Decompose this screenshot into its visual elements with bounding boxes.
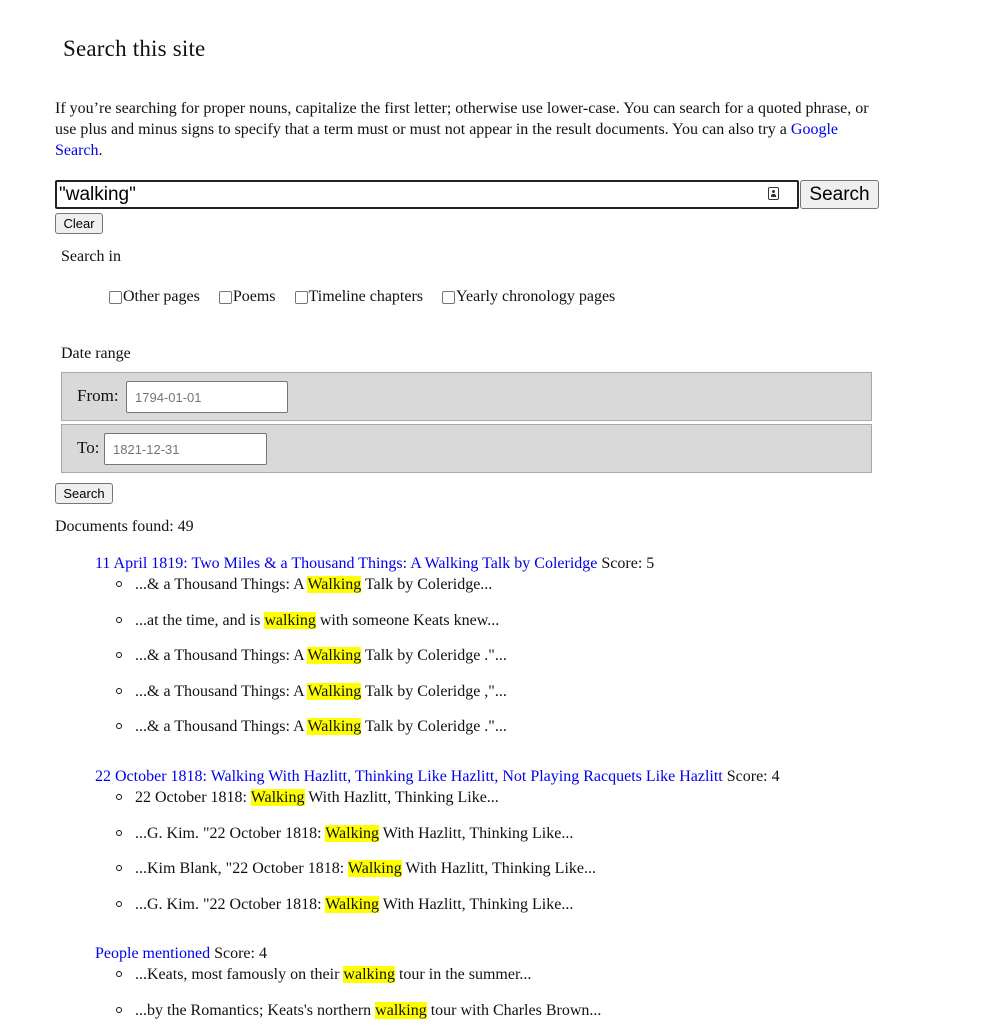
checkbox-timeline-chapters[interactable]: Timeline chapters xyxy=(294,288,424,306)
checkbox-box[interactable] xyxy=(442,290,456,304)
result-header: 11 April 1819: Two Miles & a Thousand Th… xyxy=(95,553,654,574)
checkbox-label[interactable]: Other pages xyxy=(123,288,200,306)
snippet-highlight: Walking xyxy=(325,895,380,913)
checkbox-box[interactable] xyxy=(294,290,308,304)
snippet: 22 October 1818: Walking With Hazlitt, T… xyxy=(95,787,780,808)
snippet-text: Talk by Coleridge ,"... xyxy=(361,682,507,700)
result-item: People mentioned Score: 4 ...Keats, most… xyxy=(95,943,601,1021)
snippet-text: With Hazlitt, Thinking Like... xyxy=(401,860,596,877)
snippet-text: ...G. Kim. "22 October 1818: xyxy=(135,824,326,842)
snippet: ...& a Thousand Things: A Walking Talk b… xyxy=(95,716,654,737)
snippet-text: With Hazlitt, Thinking Like... xyxy=(379,824,574,842)
snippet: ...at the time, and is walking with some… xyxy=(95,610,654,631)
snippet-highlight: Walking xyxy=(250,789,305,806)
from-label: From: xyxy=(77,386,119,405)
search-instructions: If you’re searching for proper nouns, ca… xyxy=(55,98,885,161)
snippet-list: ...& a Thousand Things: A Walking Talk b… xyxy=(95,574,654,737)
snippet: ...& a Thousand Things: A Walking Talk b… xyxy=(95,574,654,595)
result-score: Score: 5 xyxy=(601,555,655,572)
search-in-options: Other pages Poems Timeline chapters Year… xyxy=(109,288,630,309)
snippet: ...G. Kim. "22 October 1818: Walking Wit… xyxy=(95,823,780,844)
instructions-text: If you’re searching for proper nouns, ca… xyxy=(55,100,869,138)
contact-card-icon[interactable] xyxy=(768,187,779,200)
result-score: Score: 4 xyxy=(726,768,780,785)
result-score: Score: 4 xyxy=(214,945,267,962)
snippet: ...by the Romantics; Keats's northern wa… xyxy=(95,1000,601,1021)
snippet-text: Talk by Coleridge... xyxy=(361,576,493,593)
clear-button[interactable]: Clear xyxy=(55,213,103,234)
snippet: ...Kim Blank, "22 October 1818: Walking … xyxy=(95,858,780,879)
search-page: Search this site If you’re searching for… xyxy=(0,0,994,1035)
checkbox-label[interactable]: Yearly chronology pages xyxy=(456,288,615,306)
snippet: ...& a Thousand Things: A Walking Talk b… xyxy=(95,645,654,666)
from-date-input[interactable] xyxy=(126,381,288,413)
search-submit-button[interactable]: Search xyxy=(55,483,113,504)
date-range-label: Date range xyxy=(61,345,131,362)
snippet-text: ...& a Thousand Things: A xyxy=(135,682,308,700)
result-title-link[interactable]: 22 October 1818: Walking With Hazlitt, T… xyxy=(95,768,723,785)
snippet-highlight: Walking xyxy=(347,860,402,877)
snippet-text: ...Keats, most famously on their xyxy=(135,966,344,983)
snippet-highlight: Walking xyxy=(307,647,362,664)
search-button[interactable]: Search xyxy=(800,180,879,209)
snippet-text: Talk by Coleridge ."... xyxy=(361,647,507,664)
search-input[interactable] xyxy=(59,182,759,207)
search-in-label: Search in xyxy=(61,248,121,265)
result-title-link[interactable]: 11 April 1819: Two Miles & a Thousand Th… xyxy=(95,555,597,572)
snippet-highlight: walking xyxy=(375,1001,427,1019)
date-from-row: From: xyxy=(61,372,872,421)
snippet-text: ...Kim Blank, "22 October 1818: xyxy=(135,860,348,877)
snippet-text: ...& a Thousand Things: A xyxy=(135,576,308,593)
snippet-highlight: Walking xyxy=(307,718,362,735)
snippet: ...& a Thousand Things: A Walking Talk b… xyxy=(95,681,654,702)
result-item: 11 April 1819: Two Miles & a Thousand Th… xyxy=(95,553,654,737)
result-item: 22 October 1818: Walking With Hazlitt, T… xyxy=(95,766,780,915)
snippet-list: 22 October 1818: Walking With Hazlitt, T… xyxy=(95,787,780,915)
result-header: People mentioned Score: 4 xyxy=(95,943,601,964)
checkbox-yearly-chronology[interactable]: Yearly chronology pages xyxy=(442,288,615,306)
checkbox-box[interactable] xyxy=(109,290,122,304)
snippet-text: Talk by Coleridge ."... xyxy=(361,718,507,735)
to-label: To: xyxy=(77,438,100,457)
snippet-highlight: Walking xyxy=(307,682,362,700)
snippet-text: With Hazlitt, Thinking Like... xyxy=(379,895,574,913)
snippet-text: tour in the summer... xyxy=(394,966,532,983)
checkbox-label[interactable]: Timeline chapters xyxy=(309,288,424,306)
result-header: 22 October 1818: Walking With Hazlitt, T… xyxy=(95,766,780,787)
snippet-text: ...& a Thousand Things: A xyxy=(135,718,308,735)
checkbox-poems[interactable]: Poems xyxy=(218,288,276,306)
page-title: Search this site xyxy=(63,36,206,61)
snippet-highlight: Walking xyxy=(325,824,380,842)
checkbox-other-pages[interactable]: Other pages xyxy=(109,288,200,306)
snippet-text: with someone Keats knew... xyxy=(315,611,500,629)
snippet-text: 22 October 1818: xyxy=(135,789,251,806)
instructions-end: . xyxy=(98,142,103,159)
snippet-list: ...Keats, most famously on their walking… xyxy=(95,964,601,1021)
snippet-text: tour with Charles Brown... xyxy=(426,1001,602,1019)
snippet: ...G. Kim. "22 October 1818: Walking Wit… xyxy=(95,894,780,915)
snippet-text: ...at the time, and is xyxy=(135,611,265,629)
snippet-highlight: Walking xyxy=(307,576,362,593)
date-to-row: To: xyxy=(61,424,872,473)
snippet-highlight: walking xyxy=(264,611,316,629)
snippet-text: With Hazlitt, Thinking Like... xyxy=(304,789,499,806)
snippet-text: ...& a Thousand Things: A xyxy=(135,647,308,664)
search-field[interactable] xyxy=(55,180,799,209)
to-date-input[interactable] xyxy=(104,433,267,465)
snippet-text: ...by the Romantics; Keats's northern xyxy=(135,1001,376,1019)
snippet: ...Keats, most famously on their walking… xyxy=(95,964,601,985)
snippet-text: ...G. Kim. "22 October 1818: xyxy=(135,895,326,913)
snippet-highlight: walking xyxy=(343,966,395,983)
checkbox-box[interactable] xyxy=(218,290,232,304)
result-title-link[interactable]: People mentioned xyxy=(95,945,210,962)
checkbox-label[interactable]: Poems xyxy=(233,288,276,306)
results-count: Documents found: 49 xyxy=(55,518,194,535)
